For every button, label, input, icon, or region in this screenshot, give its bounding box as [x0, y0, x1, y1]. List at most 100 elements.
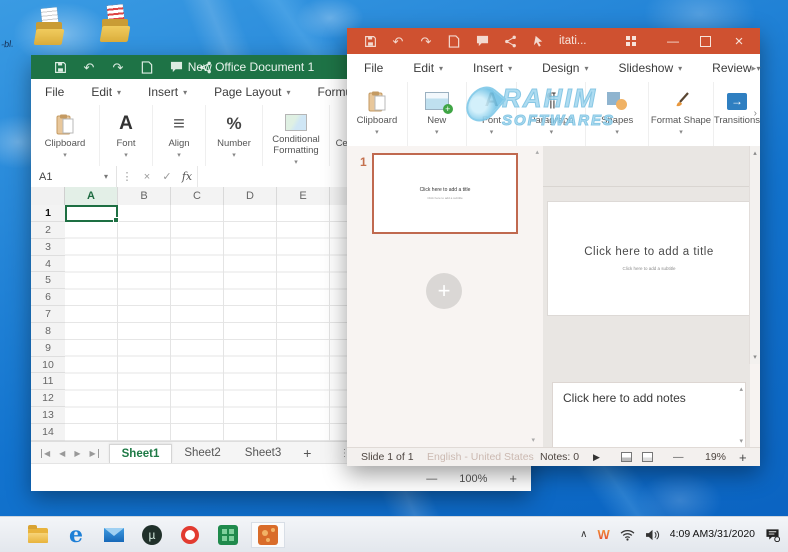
zoom-in-icon[interactable]: +	[509, 471, 517, 486]
ppt-ribbon-format-shape[interactable]: Format Shape ▾	[649, 82, 714, 146]
excel-menu-insert[interactable]: Insert▾	[148, 85, 187, 99]
ppt-menu-file[interactable]: File	[364, 61, 383, 75]
desktop-folder-icon[interactable]	[34, 8, 66, 48]
menu-overflow-icon[interactable]: ▸	[751, 63, 756, 74]
close-button[interactable]: ×	[724, 28, 754, 54]
taskbar-utorrent[interactable]: µ	[139, 522, 165, 548]
row-header-3[interactable]: 3	[31, 239, 65, 256]
column-header-A[interactable]: A	[65, 187, 118, 205]
row-header-8[interactable]: 8	[31, 323, 65, 340]
taskbar-excel[interactable]	[215, 522, 241, 548]
select-all-corner[interactable]	[31, 187, 65, 205]
save-icon[interactable]	[53, 60, 67, 74]
selected-cell-A1[interactable]	[65, 205, 118, 222]
zoom-in-icon[interactable]: +	[739, 448, 747, 466]
taskbar-edge[interactable]: e	[63, 522, 89, 548]
taskbar-file-explorer[interactable]	[25, 522, 51, 548]
notes-scroll-down-icon[interactable]: ▾	[739, 437, 743, 445]
thumb-scroll-down-icon[interactable]: ▾	[531, 436, 535, 444]
prev-sheet-icon[interactable]: ◀	[59, 449, 65, 458]
main-scrollbar[interactable]: ▴ ▾	[749, 146, 760, 364]
redo-icon[interactable]: ↷	[419, 34, 433, 48]
ppt-menu-edit[interactable]: Edit▾	[413, 61, 443, 75]
sheet-tab-sheet3[interactable]: Sheet3	[233, 444, 293, 462]
fx-icon[interactable]: fx	[177, 170, 197, 183]
tray-clock[interactable]: 4:09 AM 3/31/2020	[670, 528, 755, 541]
tray-chevron-up-icon[interactable]: ∧	[580, 529, 587, 540]
normal-view-icon[interactable]	[621, 448, 632, 466]
slide-canvas[interactable]: Click here to add a title Click here to …	[548, 202, 750, 315]
row-header-13[interactable]: 13	[31, 407, 65, 424]
ppt-ribbon-clipboard[interactable]: Clipboard ▾	[347, 82, 408, 146]
action-center-icon[interactable]	[765, 528, 780, 542]
pointer-tool-icon[interactable]	[531, 34, 545, 48]
excel-menu-page-layout[interactable]: Page Layout▾	[214, 85, 290, 99]
notes-panel[interactable]: Click here to add notes ▴ ▾	[552, 382, 746, 448]
comment-icon[interactable]	[475, 34, 489, 48]
next-sheet-icon[interactable]: ▶	[74, 449, 80, 458]
ppt-ribbon-font[interactable]: A Font ▾	[467, 82, 518, 146]
confirm-entry-icon[interactable]: ✓	[157, 170, 177, 183]
scroll-up-icon[interactable]: ▴	[750, 149, 760, 157]
excel-ribbon-font[interactable]: A Font ▾	[100, 105, 153, 166]
excel-menu-file[interactable]: File	[45, 85, 64, 99]
cell-name-box[interactable]: A1 ▾	[31, 166, 117, 187]
wifi-icon[interactable]	[620, 529, 635, 541]
column-header-C[interactable]: C	[171, 187, 224, 205]
minimize-button[interactable]: —	[658, 28, 688, 54]
ppt-ribbon-new[interactable]: + New ▾	[408, 82, 467, 146]
taskbar-mail[interactable]	[101, 522, 127, 548]
slide-sorter-view-icon[interactable]	[642, 448, 653, 466]
ribbon-overflow-icon[interactable]: ›	[754, 108, 757, 119]
add-sheet-button[interactable]: +	[293, 445, 321, 461]
row-header-12[interactable]: 12	[31, 390, 65, 407]
zoom-out-icon[interactable]: —	[426, 473, 437, 485]
undo-icon[interactable]: ↶	[391, 34, 405, 48]
notes-scroll-up-icon[interactable]: ▴	[739, 385, 743, 393]
new-document-icon[interactable]	[447, 34, 461, 48]
slide-thumbnail[interactable]: Click here to add a title Click here to …	[372, 153, 518, 234]
save-icon[interactable]	[363, 34, 377, 48]
row-header-2[interactable]: 2	[31, 222, 65, 239]
slide-subtitle-placeholder[interactable]: Click here to add a subtitle	[622, 266, 675, 271]
notes-count-label[interactable]: Notes: 0	[540, 448, 579, 466]
excel-ribbon-align[interactable]: ≡ Align ▾	[153, 105, 206, 166]
row-header-5[interactable]: 5	[31, 272, 65, 289]
last-sheet-icon[interactable]: ▶	[89, 449, 98, 458]
row-header-4[interactable]: 4	[31, 256, 65, 273]
row-header-11[interactable]: 11	[31, 373, 65, 390]
excel-ribbon-clipboard[interactable]: Clipboard ▾	[31, 105, 100, 166]
excel-ribbon-conditional-formatting[interactable]: Conditional Formatting ▾	[263, 105, 330, 166]
taskbar-opera[interactable]	[177, 522, 203, 548]
ppt-ribbon-shapes[interactable]: Shapes ▾	[586, 82, 649, 146]
layout-grid-icon[interactable]	[616, 28, 646, 54]
sheet-tab-sheet2[interactable]: Sheet2	[172, 444, 232, 462]
row-header-14[interactable]: 14	[31, 424, 65, 441]
ppt-menu-slideshow[interactable]: Slideshow▾	[618, 61, 682, 75]
desktop-folder-icon-2[interactable]	[100, 5, 132, 45]
thumb-scroll-up-icon[interactable]: ▴	[535, 148, 539, 156]
excel-menu-edit[interactable]: Edit▾	[91, 85, 121, 99]
play-slideshow-icon[interactable]: ▶	[593, 448, 600, 466]
row-header-10[interactable]: 10	[31, 357, 65, 374]
column-header-B[interactable]: B	[118, 187, 171, 205]
ppt-menu-design[interactable]: Design▾	[542, 61, 588, 75]
row-header-1[interactable]: 1	[31, 205, 65, 222]
ppt-menu-insert[interactable]: Insert▾	[473, 61, 512, 75]
share-icon[interactable]	[503, 34, 517, 48]
first-sheet-icon[interactable]: ◀	[41, 449, 50, 458]
zoom-out-icon[interactable]: —	[673, 448, 684, 466]
column-header-E[interactable]: E	[277, 187, 330, 205]
taskbar-powerpoint-active[interactable]	[251, 522, 285, 548]
slide-title-placeholder[interactable]: Click here to add a title	[584, 246, 713, 258]
column-header-D[interactable]: D	[224, 187, 277, 205]
maximize-button[interactable]	[690, 28, 720, 54]
sheet-tab-sheet1[interactable]: Sheet1	[109, 444, 173, 463]
language-label[interactable]: English - United States	[427, 448, 534, 466]
volume-icon[interactable]	[645, 529, 660, 541]
ppt-ribbon-paragraph[interactable]: ¶ Paragraph ▾	[517, 82, 586, 146]
excel-ribbon-number[interactable]: % Number ▾	[206, 105, 263, 166]
scroll-down-icon[interactable]: ▾	[750, 353, 760, 361]
tray-w-app-icon[interactable]: W	[597, 527, 609, 542]
row-header-9[interactable]: 9	[31, 340, 65, 357]
